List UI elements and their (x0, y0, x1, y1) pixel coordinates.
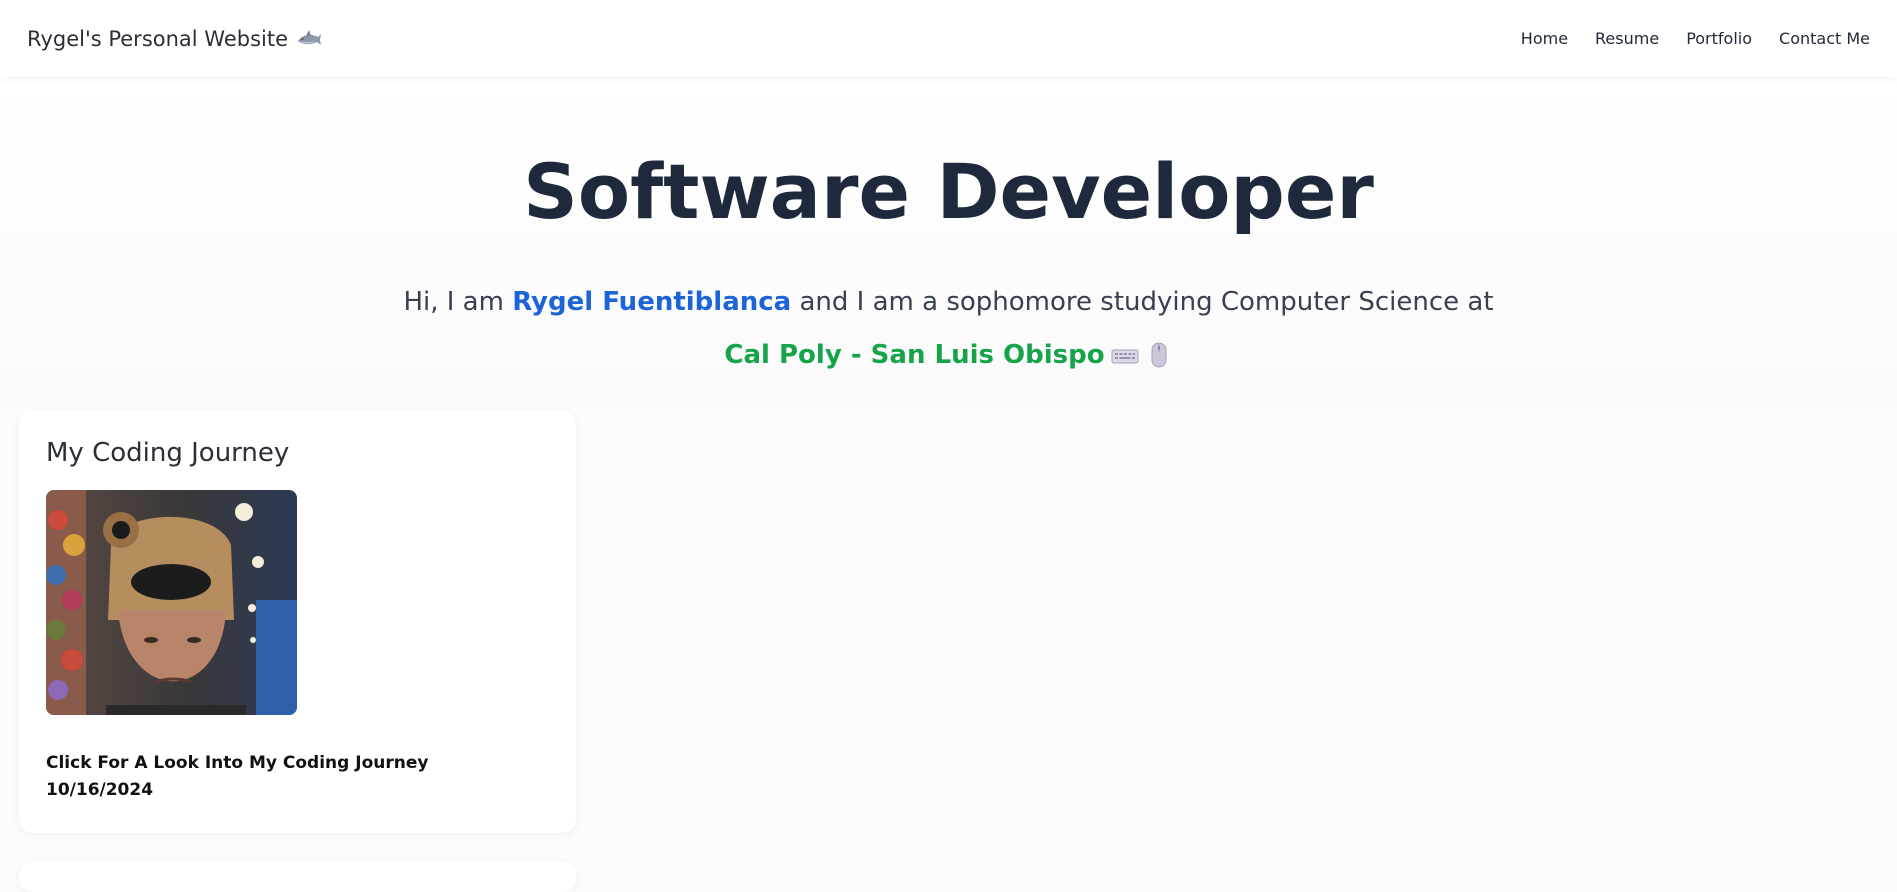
mouse-icon (1145, 341, 1173, 369)
nav-resume-link[interactable]: Resume (1595, 29, 1659, 48)
coding-journey-card[interactable]: My Coding Journey Click For A Look Into … (19, 410, 576, 833)
school-link[interactable]: Cal Poly - San Luis Obispo (724, 340, 1104, 370)
name-link[interactable]: Rygel Fuentiblanca (512, 287, 791, 317)
card-date: 10/16/2024 (46, 780, 154, 800)
hero-title: Software Developer (523, 147, 1374, 236)
card-title: My Coding Journey (46, 438, 290, 468)
nav-links: Home Resume Portfolio Contact Me (1521, 29, 1870, 48)
navbar: Rygel's Personal Website Home Resume Por… (0, 0, 1897, 77)
school-line: Cal Poly - San Luis Obispo (0, 340, 1897, 370)
nav-portfolio-link[interactable]: Portfolio (1686, 29, 1752, 48)
nav-contact-link[interactable]: Contact Me (1779, 29, 1870, 48)
next-card[interactable] (19, 862, 576, 892)
site-brand-link[interactable]: Rygel's Personal Website (27, 27, 322, 51)
site-brand-label: Rygel's Personal Website (27, 26, 289, 51)
intro-suffix: and I am a sophomore studying Computer S… (791, 287, 1494, 317)
profile-photo[interactable] (46, 490, 297, 715)
intro-text: Hi, I am Rygel Fuentiblanca and I am a s… (0, 287, 1897, 317)
nav-home-link[interactable]: Home (1521, 29, 1568, 48)
shark-icon (296, 28, 322, 50)
keyboard-icon (1111, 341, 1139, 369)
hero-section: Software Developer Hi, I am Rygel Fuenti… (0, 77, 1897, 407)
intro-prefix: Hi, I am (403, 287, 513, 317)
coding-journey-link[interactable]: Click For A Look Into My Coding Journey (46, 753, 428, 773)
